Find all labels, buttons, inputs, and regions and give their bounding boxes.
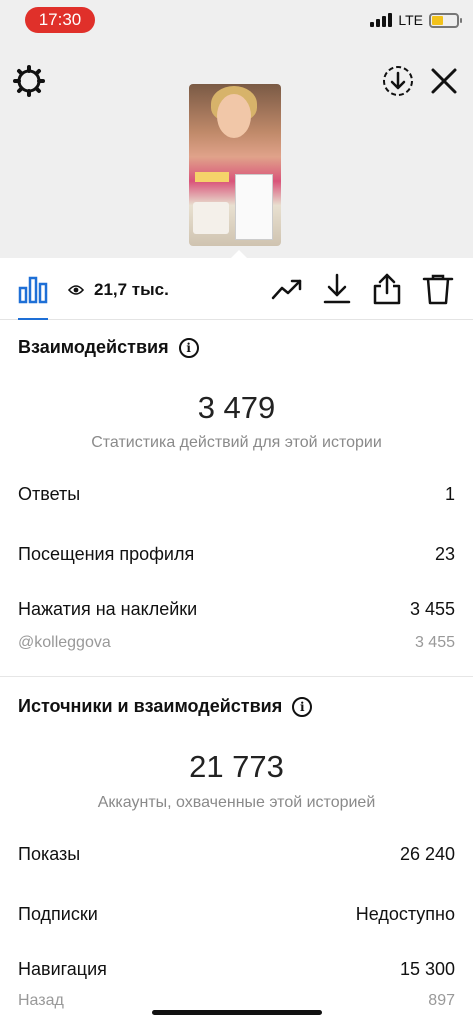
stat-value: 3 455 [409, 599, 455, 619]
info-icon[interactable]: i [292, 696, 313, 717]
section-divider [0, 676, 473, 677]
gear-icon[interactable] [12, 64, 46, 98]
stats-toolbar: 21,7 тыс. [0, 258, 473, 320]
download-circle-icon[interactable] [381, 64, 415, 98]
stat-sub-label: @kolleggova [18, 634, 111, 651]
stat-sub-value: 897 [428, 992, 455, 1009]
stat-subrow-back: Назад 897 [18, 992, 455, 1010]
stat-sub-value: 3 455 [414, 634, 455, 651]
stat-row-profile-visits: Посещения профиля 23 [18, 544, 455, 565]
share-icon[interactable] [370, 272, 404, 306]
close-icon[interactable] [427, 64, 461, 98]
battery-icon [429, 12, 462, 28]
sources-title: Источники и взаимодействия [18, 696, 283, 716]
stat-row-impressions: Показы 26 240 [18, 844, 455, 865]
stat-label: Навигация [18, 959, 107, 979]
stat-label: Посещения профиля [18, 544, 195, 564]
status-indicators: LTE [370, 12, 462, 28]
sources-section-title: Источники и взаимодействия i [18, 696, 313, 717]
signal-icon [370, 13, 393, 27]
views-count: 21,7 тыс. [94, 280, 169, 299]
story-thumbnail[interactable] [189, 84, 281, 246]
interactions-title: Взаимодействия [18, 337, 169, 357]
stat-subrow-mention: @kolleggova 3 455 [18, 634, 455, 652]
info-icon[interactable]: i [178, 337, 199, 358]
stat-row-replies: Ответы 1 [18, 484, 455, 505]
download-icon[interactable] [320, 272, 354, 306]
stat-row-sticker-taps: Нажатия на наклейки 3 455 [18, 599, 455, 620]
sources-total: 21 773 [189, 749, 284, 784]
stat-value: Недоступно [355, 904, 455, 924]
status-time: 17:30 [25, 7, 95, 33]
trend-icon[interactable] [270, 272, 304, 306]
interactions-total: 3 479 [197, 390, 276, 425]
stat-value: 1 [444, 484, 455, 504]
stat-value: 26 240 [399, 844, 455, 864]
stat-label: Подписки [18, 904, 98, 924]
eye-icon [68, 285, 84, 295]
stat-sub-label: Назад [18, 992, 64, 1009]
network-label: LTE [398, 12, 423, 28]
home-indicator[interactable] [152, 1010, 322, 1015]
stat-row-follows: Подписки Недоступно [18, 904, 455, 925]
story-preview-area: 17:30 LTE [0, 0, 473, 259]
trash-icon[interactable] [421, 272, 455, 306]
stat-label: Нажатия на наклейки [18, 599, 198, 619]
interactions-section-title: Взаимодействия i [18, 337, 199, 358]
interactions-caption: Статистика действий для этой истории [91, 434, 382, 451]
stat-value: 23 [434, 544, 455, 564]
sources-caption: Аккаунты, охваченные этой историей [97, 794, 376, 811]
stat-value: 15 300 [399, 959, 455, 979]
bar-chart-icon[interactable] [18, 274, 48, 304]
stat-row-navigation: Навигация 15 300 [18, 959, 455, 980]
stat-label: Показы [18, 844, 81, 864]
active-tab-indicator [18, 318, 48, 320]
stat-label: Ответы [18, 484, 81, 504]
